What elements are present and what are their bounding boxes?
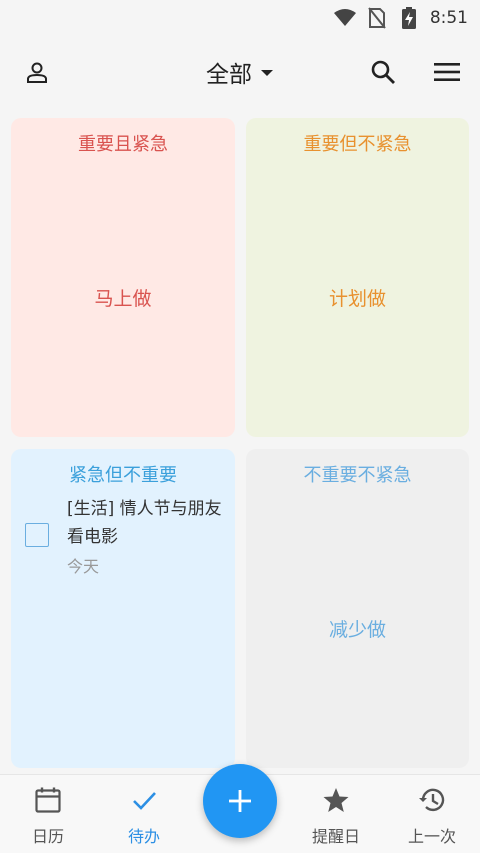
menu-icon	[434, 63, 460, 81]
quadrant-title: 紧急但不重要	[69, 465, 177, 486]
person-icon	[27, 62, 47, 83]
history-icon	[417, 785, 447, 815]
nav-item-calendar[interactable]: 日历	[0, 775, 96, 853]
wifi-icon	[333, 7, 356, 29]
nav-label: 上一次	[407, 827, 456, 846]
quadrant-title: 重要但不紧急	[303, 134, 412, 155]
task-checkbox[interactable]	[25, 523, 49, 547]
quadrant-not-important-not-urgent[interactable]: 不重要不紧急 减少做	[246, 449, 469, 768]
status-time: 8:51	[429, 8, 468, 28]
account-button[interactable]	[13, 48, 61, 96]
status-bar: 8:51	[0, 0, 480, 36]
task-title[interactable]: [生活] 情人节与朋友看电影	[67, 495, 227, 551]
quadrant-title: 不重要不紧急	[303, 465, 412, 486]
task-date: 今天	[67, 557, 100, 576]
quadrant-urgent-not-important[interactable]: 紧急但不重要 [生活] 情人节与朋友看电影 今天	[11, 449, 235, 768]
search-button[interactable]	[359, 48, 407, 96]
quadrant-title: 重要且紧急	[78, 134, 168, 155]
nav-item-reminder[interactable]: 提醒日	[288, 775, 384, 853]
nav-label: 待办	[127, 827, 160, 846]
quadrant-important-not-urgent[interactable]: 重要但不紧急 计划做	[246, 118, 469, 437]
check-icon	[129, 785, 159, 815]
battery-charging-icon	[398, 7, 420, 29]
caret-down-icon[interactable]	[260, 63, 274, 82]
nav-item-last-time[interactable]: 上一次	[384, 775, 480, 853]
calendar-icon	[33, 785, 63, 815]
star-icon	[321, 785, 351, 815]
quadrant-hint: 马上做	[94, 288, 152, 310]
plus-icon	[229, 790, 251, 812]
search-icon	[371, 60, 395, 84]
quadrant-important-urgent[interactable]: 重要且紧急 马上做	[11, 118, 235, 437]
add-task-button[interactable]	[203, 764, 277, 838]
nav-label: 提醒日	[311, 827, 360, 846]
quadrant-hint: 计划做	[328, 288, 386, 310]
nav-label: 日历	[31, 827, 64, 846]
quadrant-hint: 减少做	[328, 619, 386, 641]
no-sim-icon	[366, 7, 388, 29]
page-title[interactable]: 全部	[206, 55, 252, 89]
nav-item-todo[interactable]: 待办	[96, 775, 192, 853]
menu-button[interactable]	[423, 48, 471, 96]
app-bar: 全部	[0, 36, 480, 108]
